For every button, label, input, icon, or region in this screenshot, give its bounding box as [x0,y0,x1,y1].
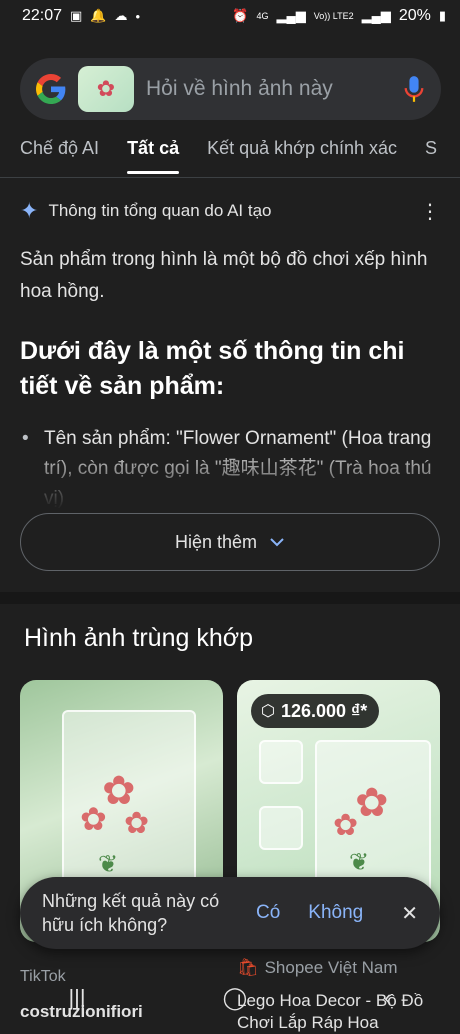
status-time: 22:07 [22,7,63,24]
sparkle-icon: ✦ [20,198,39,223]
tabs-divider [0,177,460,178]
recent-apps-icon[interactable]: ||| [68,985,85,1011]
cloud-icon: ☁ [114,8,128,23]
leaf-image: ❦ [98,851,119,878]
status-left: 22:07 ▣ 🔔 ☁ • [22,7,140,25]
notification-bell-icon: 🔔 [90,8,107,23]
price-label: 126.000 ₫* [280,700,368,721]
system-nav-bar: ||| ◯ ‹ [0,972,460,1024]
home-icon[interactable]: ◯ [223,985,248,1011]
gallery-notification-icon: ▣ [70,8,83,23]
signal-icon: ▂▄▆ [276,8,306,23]
ai-summary-text: Sản phẩm trong hình là một bộ đồ chơi xế… [20,249,428,302]
product-thumb-image [259,740,303,784]
status-right: ⏰ 4G ▂▄▆ Vo)) LTE2 ▂▄▆ 20% ▮ [232,7,446,25]
battery-level: 20% [398,7,431,24]
ai-overview-title: Thông tin tổng quan do AI tạo [48,201,272,220]
ai-bullet-item: • Tên sản phẩm: "Flower Ornament" (Hoa t… [20,424,440,514]
battery-icon: ▮ [438,8,446,23]
search-bar[interactable]: ✿ Hỏi về hình ảnh này [20,58,441,120]
feedback-yes-button[interactable]: Có [256,902,280,924]
ai-overview-header: ✦ Thông tin tổng quan do AI tạo ⋮ [20,196,440,226]
back-icon[interactable]: ‹ [384,985,391,1011]
leaf-image: ❦ [349,849,370,876]
show-more-label: Hiện thêm [174,531,258,552]
section-separator [0,592,460,604]
signal-icon-2: ▂▄▆ [361,8,391,23]
feedback-popup: Những kết quả này có hữu ích không? Có K… [20,877,440,949]
rose-image: ✿ [355,781,389,825]
mic-icon[interactable] [403,74,425,104]
bullet-dot: • [22,428,29,449]
bullet-text: Tên sản phẩm: "Flower Ornament" (Hoa tra… [44,428,432,509]
tab-exact-matches[interactable]: Kết quả khớp chính xác [207,132,397,176]
rose-image-2: ✿ [80,801,107,837]
search-input[interactable]: Hỏi về hình ảnh này [146,77,403,101]
more-options-icon[interactable]: ⋮ [420,199,440,224]
status-bar: 22:07 ▣ 🔔 ☁ • ⏰ 4G ▂▄▆ Vo)) LTE2 ▂▄▆ 20%… [0,0,460,32]
search-image-thumbnail[interactable]: ✿ [78,66,134,112]
tag-icon: ⬡ [261,703,275,720]
product-thumb-image-2 [259,806,303,850]
feedback-no-button[interactable]: Không [308,902,363,924]
rose-image-3: ✿ [124,807,150,840]
show-more-button[interactable]: Hiện thêm [20,513,440,571]
chevron-down-icon [270,538,284,547]
price-tag: ⬡ 126.000 ₫* [251,694,380,728]
rose-image-2: ✿ [333,809,359,842]
ai-details-heading: Dưới đây là một số thông tin chi tiết về… [20,337,405,400]
alarm-icon: ⏰ [232,8,249,23]
tab-ai-mode[interactable]: Chế độ AI [20,132,99,176]
search-tabs: Chế độ AI Tất cả Kết quả khớp chính xác … [20,132,460,176]
volte-indicator: Vo)) LTE2 [313,10,354,21]
close-icon[interactable]: ✕ [401,901,418,926]
visual-matches-title: Hình ảnh trùng khớp [24,624,254,652]
feedback-question: Những kết quả này có hữu ích không? [42,891,220,935]
tab-more[interactable]: S [425,132,437,176]
google-logo-icon [36,74,66,104]
network-type: 4G [256,10,269,21]
more-notifications-icon: • [135,8,141,24]
tab-all[interactable]: Tất cả [127,132,180,176]
